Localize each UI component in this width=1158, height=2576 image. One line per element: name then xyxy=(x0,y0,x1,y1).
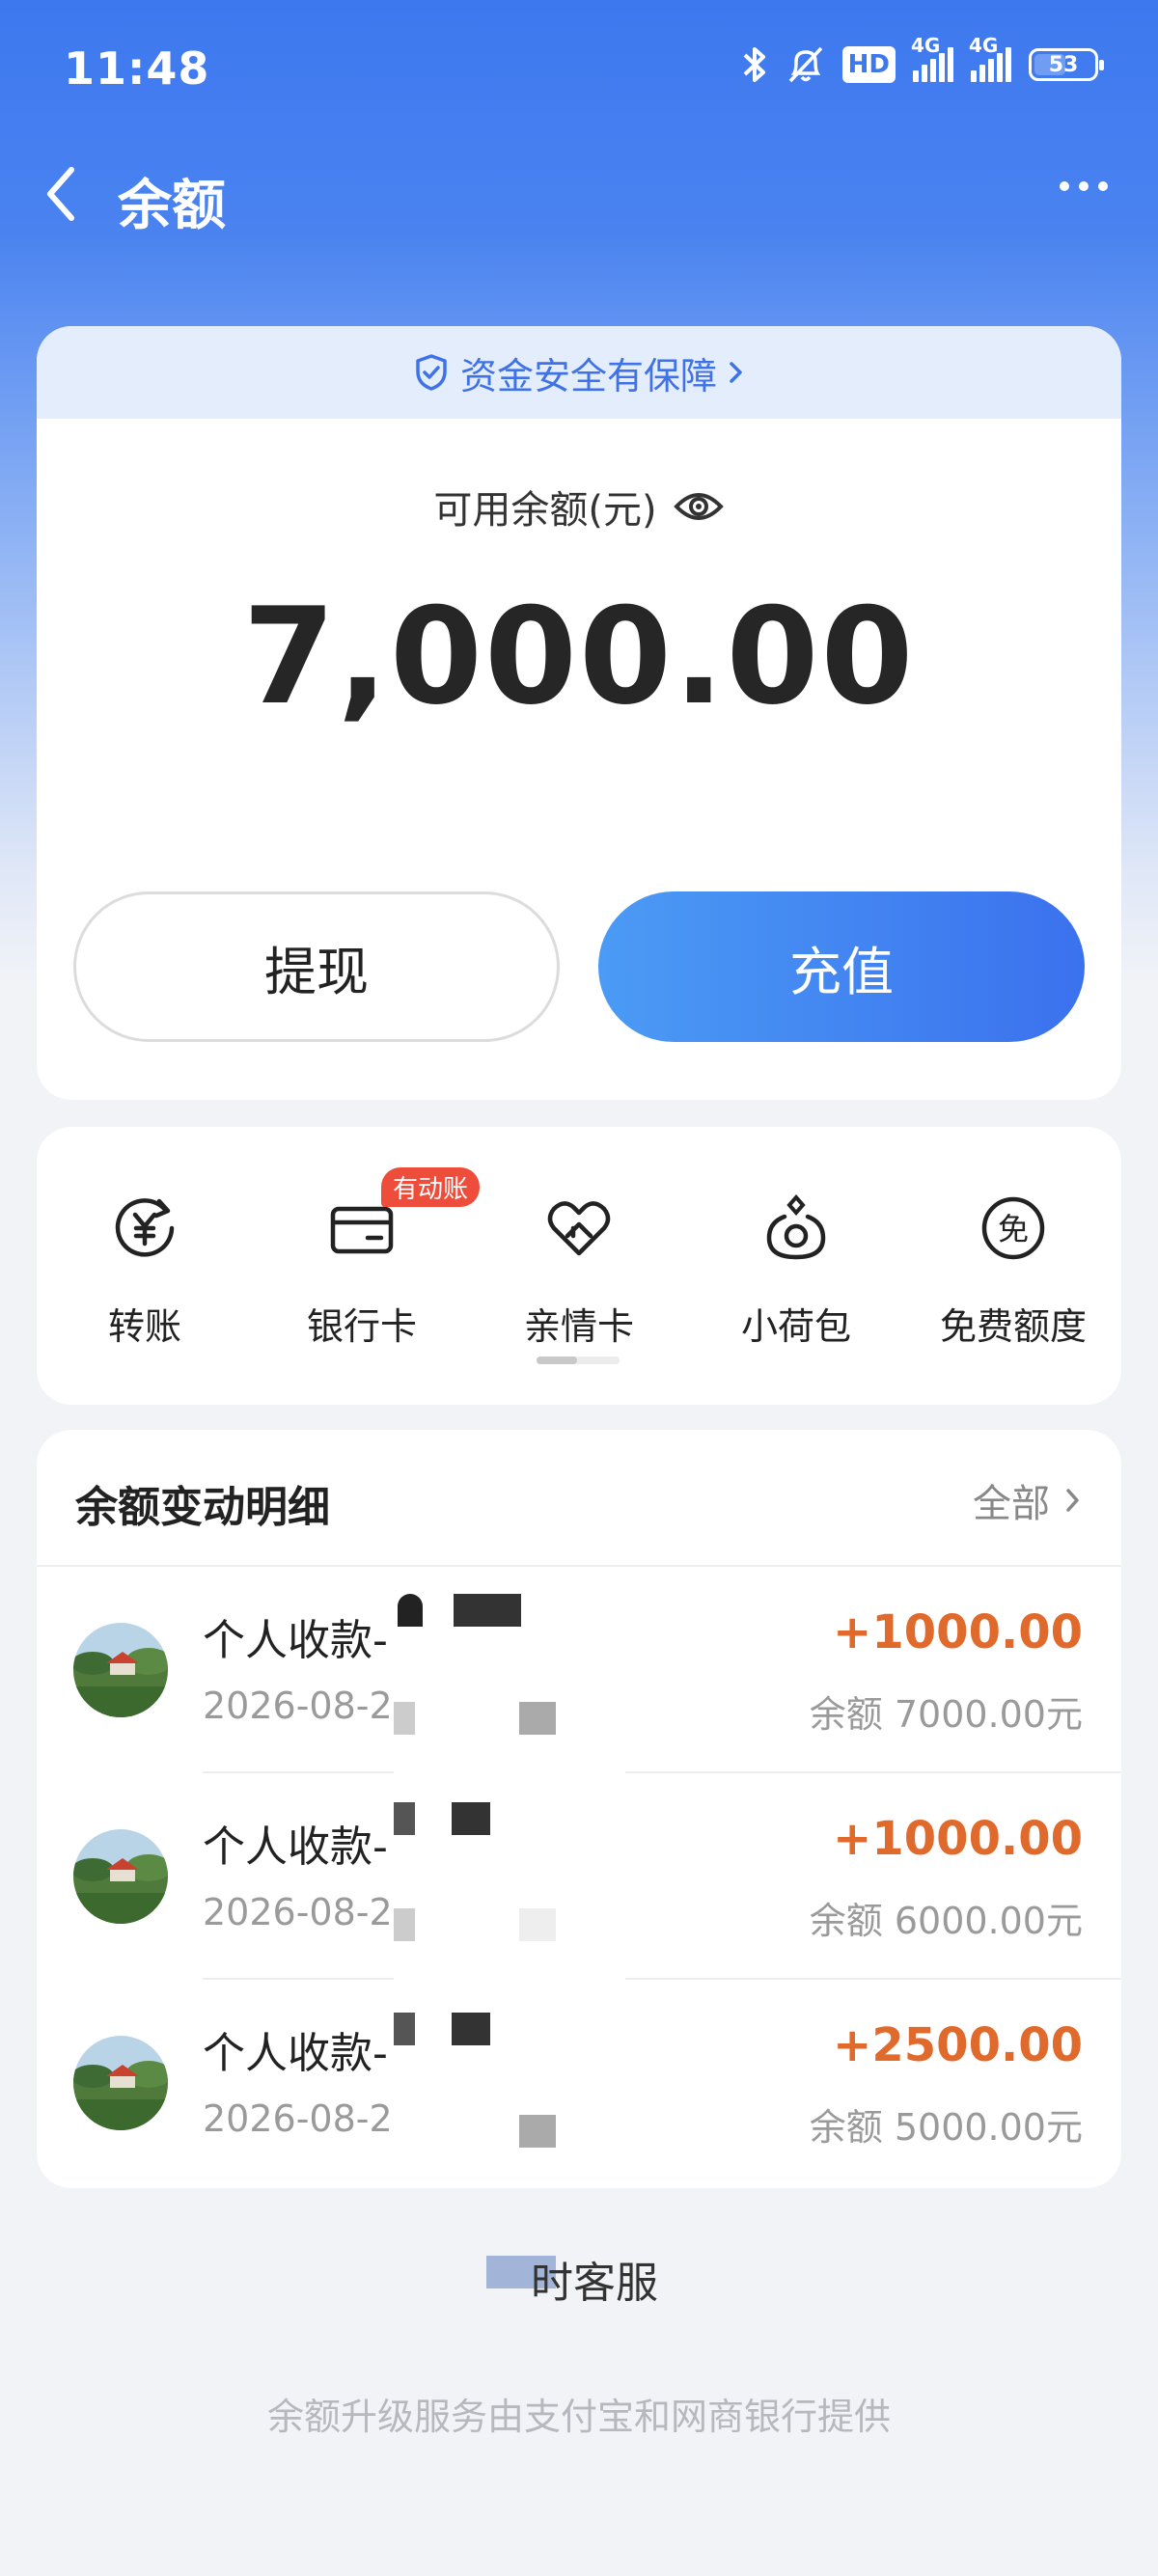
free-quota-icon: 免 xyxy=(981,1196,1045,1260)
recharge-button[interactable]: 充值 xyxy=(598,891,1085,1042)
bluetooth-icon xyxy=(740,44,769,85)
signal-icon-2: 4G xyxy=(969,34,1011,82)
mute-bell-icon xyxy=(786,44,825,85)
balance-label-row: 可用余额(元) xyxy=(37,479,1121,534)
family-card-heart-icon xyxy=(547,1201,611,1256)
details-title: 余额变动明细 xyxy=(75,1483,330,1532)
chevron-right-icon xyxy=(1066,1489,1079,1512)
transaction-amount: +1000.00 xyxy=(833,1812,1083,1866)
bank-card-badge: 有动账 xyxy=(381,1167,481,1207)
transaction-name: 个人收款- xyxy=(203,1616,388,1665)
nav-bar: 余额 xyxy=(0,145,1158,241)
customer-service-link[interactable]: 时客服 xyxy=(0,2248,1158,2310)
service-label: 银行卡 xyxy=(306,1305,417,1348)
balance-card: 资金安全有保障 可用余额(元) 7,000.00 提现 充值 xyxy=(37,326,1121,1100)
details-header: 余额变动明细 全部 xyxy=(37,1430,1121,1567)
redaction-block xyxy=(519,2115,556,2148)
transaction-date: 2026-08-2 xyxy=(203,1891,393,1933)
status-bar: 11:48 HD 4G 4G 53 xyxy=(0,0,1158,135)
footer-note: 余额升级服务由支付宝和网商银行提供 xyxy=(266,2396,891,2438)
more-dot xyxy=(1079,181,1089,191)
redaction-block xyxy=(394,2013,415,2045)
service-label: 亲情卡 xyxy=(523,1305,634,1348)
chevron-right-icon xyxy=(730,362,742,383)
small-purse-icon xyxy=(766,1193,826,1260)
transaction-name: 个人收款- xyxy=(203,2029,388,2078)
service-transfer[interactable]: 转账 xyxy=(58,1187,232,1350)
hd-badge: HD xyxy=(841,46,896,83)
transaction-balance: 余额 5000.00元 xyxy=(809,2106,1083,2149)
transaction-balance: 余额 7000.00元 xyxy=(809,1693,1083,1736)
shield-check-icon xyxy=(416,354,447,391)
battery-icon: 53 xyxy=(1029,48,1104,81)
chevron-left-icon xyxy=(47,167,74,221)
transaction-amount: +1000.00 xyxy=(833,1605,1083,1659)
services-scroll-indicator xyxy=(537,1357,620,1364)
redaction-block xyxy=(394,1802,415,1835)
back-button[interactable] xyxy=(39,160,87,228)
signal-icon-1: 4G xyxy=(911,34,953,82)
redaction-block xyxy=(398,1594,423,1627)
more-dot xyxy=(1060,181,1069,191)
redaction-block xyxy=(394,1908,415,1941)
transaction-amount: +2500.00 xyxy=(833,2018,1083,2072)
customer-service-label: 时客服 xyxy=(531,2259,658,2308)
eye-icon[interactable] xyxy=(673,487,725,526)
balance-details-card: 余额变动明细 全部 个人收款- 2026-08-2 +1000.00 余额 70… xyxy=(37,1430,1121,2188)
security-text: 资金安全有保障 xyxy=(459,354,717,397)
transaction-date: 2026-08-2 xyxy=(203,1685,393,1727)
service-bank-card[interactable]: 有动账 银行卡 xyxy=(275,1167,481,1350)
redaction-mask xyxy=(394,1575,625,2173)
transaction-name: 个人收款- xyxy=(203,1822,388,1872)
redaction-block xyxy=(394,1702,415,1735)
view-all-link[interactable]: 全部 xyxy=(973,1472,1083,1528)
transaction-date: 2026-08-28 xyxy=(203,2097,416,2140)
svg-text:免: 免 xyxy=(998,1211,1029,1247)
view-all-label: 全部 xyxy=(973,1482,1050,1526)
scroll-thumb xyxy=(537,1357,577,1364)
page-title: 余额 xyxy=(118,175,226,237)
redaction-block xyxy=(519,1908,556,1941)
balance-amount: 7,000.00 xyxy=(242,579,916,734)
services-card: 转账 有动账 银行卡 亲情卡 小荷包 免 免费额度 xyxy=(37,1127,1121,1405)
status-time: 11:48 xyxy=(64,42,210,95)
redaction-block xyxy=(454,1594,521,1627)
transaction-balance: 余额 6000.00元 xyxy=(809,1900,1083,1942)
redaction-block xyxy=(452,1802,490,1835)
more-dot xyxy=(1098,181,1108,191)
service-family-card[interactable]: 亲情卡 xyxy=(492,1187,666,1350)
service-free-quota[interactable]: 免 免费额度 xyxy=(926,1187,1100,1350)
more-menu-button[interactable] xyxy=(1060,181,1108,191)
redaction-block xyxy=(519,1702,556,1735)
payer-avatar xyxy=(73,1623,168,1717)
transfer-yuan-icon xyxy=(115,1198,175,1257)
status-icons: HD 4G 4G 53 xyxy=(740,34,1104,85)
service-label: 小荷包 xyxy=(740,1305,851,1348)
service-label: 免费额度 xyxy=(939,1305,1087,1348)
service-label: 转账 xyxy=(107,1305,181,1348)
withdraw-button[interactable]: 提现 xyxy=(73,891,560,1042)
payer-avatar xyxy=(73,2036,168,2130)
payer-avatar xyxy=(73,1829,168,1924)
security-banner[interactable]: 资金安全有保障 xyxy=(37,326,1121,419)
redaction-block xyxy=(452,2013,490,2045)
balance-label: 可用余额(元) xyxy=(433,488,657,533)
service-small-purse[interactable]: 小荷包 xyxy=(709,1187,883,1350)
